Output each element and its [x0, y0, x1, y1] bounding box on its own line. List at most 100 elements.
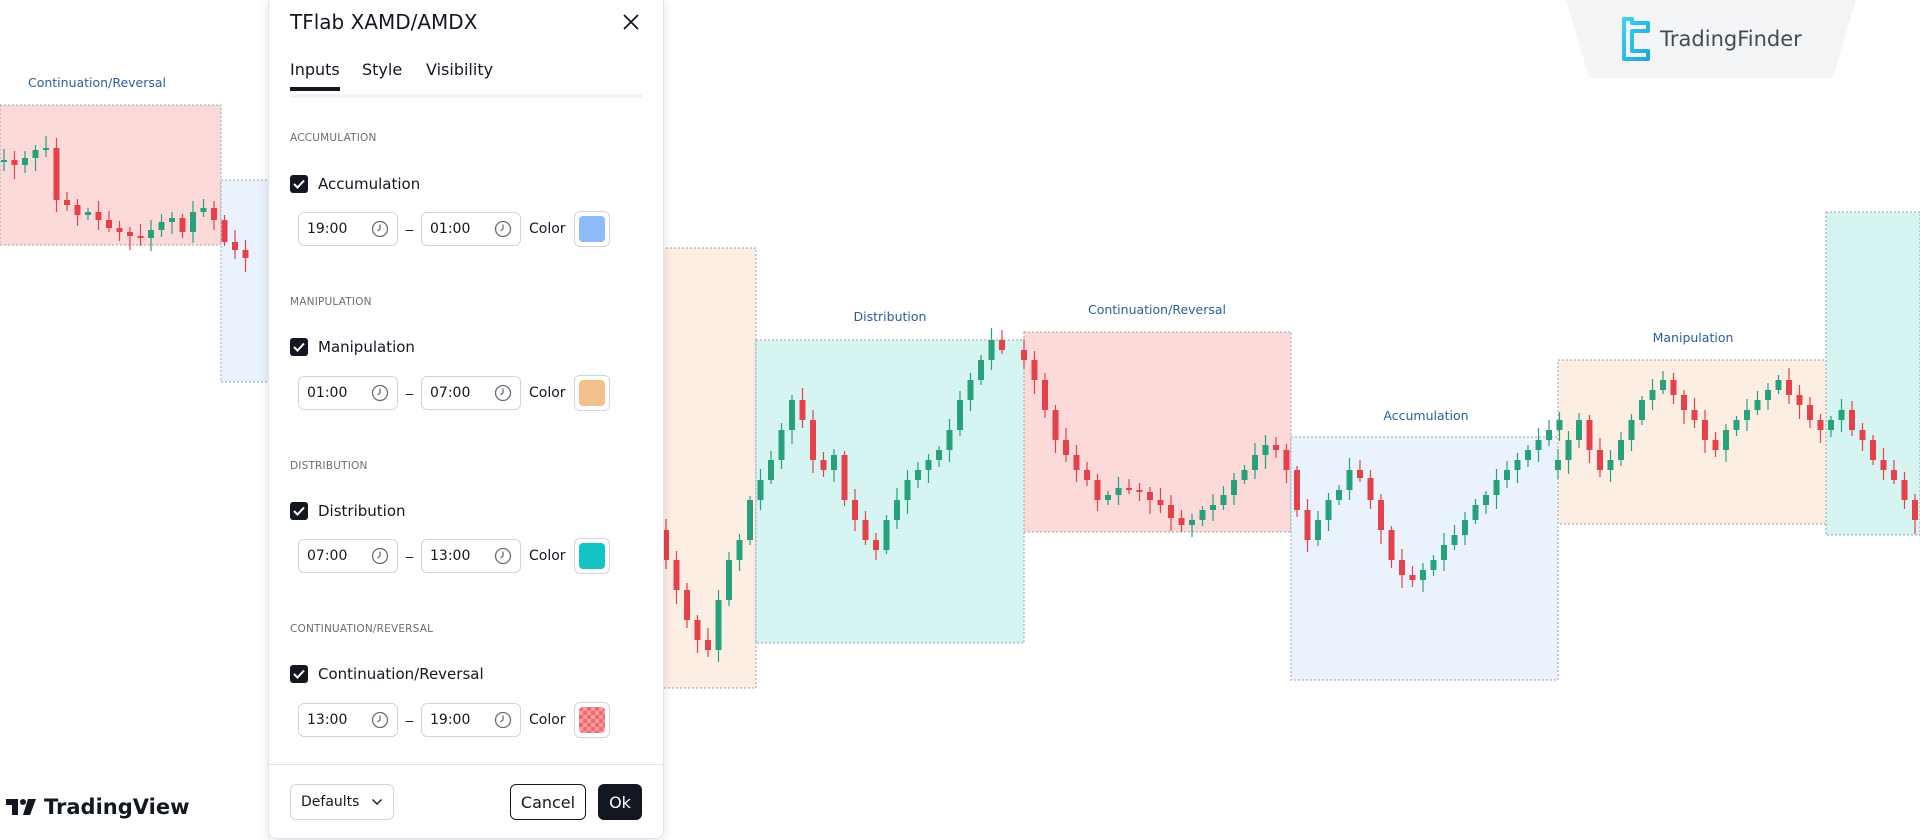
- indicator-settings-dialog: TFlab XAMD/AMDX Inputs Style Visibility …: [268, 0, 664, 839]
- continuation-reversal-start-time-input[interactable]: 13:00: [298, 703, 398, 737]
- continuation-reversal-toggle[interactable]: Continuation/Reversal: [290, 663, 484, 685]
- candle-body: [221, 220, 228, 242]
- color-swatch-transparent: [578, 707, 605, 733]
- candle-body: [1189, 520, 1195, 525]
- distribution-toggle[interactable]: Distribution: [290, 500, 406, 522]
- accumulation-end-time-input[interactable]: 01:00: [421, 212, 521, 246]
- ok-button[interactable]: Ok: [598, 784, 642, 820]
- continuation-reversal-color-picker[interactable]: [573, 702, 610, 738]
- tab-visibility[interactable]: Visibility: [426, 60, 493, 87]
- candle-body: [1294, 470, 1300, 510]
- candle-body: [736, 540, 743, 560]
- candle-body: [799, 400, 806, 420]
- accumulation-color-picker[interactable]: [573, 211, 610, 247]
- distribution-end-time-input[interactable]: 13:00: [421, 539, 521, 573]
- candle-body: [1565, 440, 1572, 460]
- distribution-start-time-input[interactable]: 07:00: [298, 539, 398, 573]
- clock-icon[interactable]: [371, 547, 389, 565]
- candle-body: [894, 500, 900, 520]
- manipulation-time-row: 01:00 – 07:00 Color: [298, 374, 610, 412]
- candle-body: [1346, 470, 1353, 490]
- candle-body: [1178, 518, 1185, 525]
- candle-body: [1126, 488, 1132, 490]
- tab-style[interactable]: Style: [362, 60, 402, 87]
- distribution-color-picker[interactable]: [573, 538, 610, 574]
- clock-icon[interactable]: [494, 711, 512, 729]
- checkbox-checked-icon[interactable]: [290, 502, 308, 520]
- checkbox-checked-icon[interactable]: [290, 175, 308, 193]
- candle-body: [1639, 400, 1645, 420]
- zone-label-distribution: Distribution: [853, 309, 927, 324]
- color-label: Color: [529, 221, 566, 237]
- clock-icon[interactable]: [371, 220, 389, 238]
- time-value: 01:00: [307, 385, 348, 401]
- close-button[interactable]: [619, 10, 643, 34]
- candle-body: [1325, 500, 1332, 520]
- candle-body: [1399, 560, 1405, 575]
- distribution-time-row: 07:00 – 13:00 Color: [298, 537, 610, 575]
- candle-body: [999, 340, 1005, 350]
- zone-label-accumulation: Accumulation: [1383, 408, 1469, 423]
- candle-body: [1462, 520, 1468, 535]
- candle-body: [915, 470, 921, 480]
- cancel-button[interactable]: Cancel: [510, 784, 586, 820]
- candle-body: [1828, 420, 1834, 430]
- candle-body: [1168, 505, 1174, 518]
- candle-body: [1649, 390, 1656, 400]
- zone-label-manipulation: Manipulation: [1652, 330, 1734, 345]
- candle-body: [1733, 420, 1740, 430]
- checkbox-checked-icon[interactable]: [290, 665, 308, 683]
- close-icon: [623, 14, 639, 30]
- candle-body: [127, 232, 133, 236]
- candle-body: [232, 242, 238, 250]
- time-value: 13:00: [307, 712, 348, 728]
- defaults-dropdown[interactable]: Defaults: [290, 784, 394, 820]
- candle-body: [978, 360, 984, 380]
- time-value: 01:00: [430, 221, 471, 237]
- candle-body: [1, 160, 7, 162]
- candle-body: [95, 212, 102, 220]
- checkbox-checked-icon[interactable]: [290, 338, 308, 356]
- manipulation-end-time-input[interactable]: 07:00: [421, 376, 521, 410]
- candle-body: [768, 460, 774, 480]
- zone-label-continuation-reversal: Continuation/Reversal: [27, 75, 167, 90]
- candle-body: [1870, 440, 1876, 460]
- candle-body: [1859, 430, 1866, 440]
- zone-label-continuation-reversal: Continuation/Reversal: [1087, 302, 1227, 317]
- candle-body: [1493, 480, 1500, 495]
- accumulation-start-time-input[interactable]: 19:00: [298, 212, 398, 246]
- candle-body: [1556, 420, 1563, 430]
- time-value: 19:00: [307, 221, 348, 237]
- candle-body: [684, 590, 690, 620]
- clock-icon[interactable]: [371, 711, 389, 729]
- candle-body: [1504, 470, 1510, 480]
- candle-body: [1535, 440, 1542, 450]
- candle-body: [904, 480, 911, 500]
- candle-body: [74, 205, 81, 215]
- candle-body: [820, 460, 827, 470]
- dialog-tabs: Inputs Style Visibility: [290, 60, 642, 98]
- clock-icon[interactable]: [494, 220, 512, 238]
- candle-body: [946, 430, 953, 450]
- accumulation-time-row: 19:00 – 01:00 Color: [298, 210, 610, 248]
- continuation-reversal-end-time-input[interactable]: 19:00: [421, 703, 521, 737]
- candle-body: [1546, 430, 1552, 440]
- manipulation-color-picker[interactable]: [573, 375, 610, 411]
- dialog-title: TFlab XAMD/AMDX: [290, 10, 478, 34]
- candle-body: [200, 208, 207, 212]
- candle-body: [1817, 420, 1824, 430]
- candle-body: [862, 520, 869, 540]
- manipulation-toggle[interactable]: Manipulation: [290, 336, 415, 358]
- accumulation-toggle[interactable]: Accumulation: [290, 173, 420, 195]
- clock-icon[interactable]: [494, 384, 512, 402]
- clock-icon[interactable]: [494, 547, 512, 565]
- manipulation-start-time-input[interactable]: 01:00: [298, 376, 398, 410]
- candle-body: [789, 400, 795, 430]
- tab-inputs[interactable]: Inputs: [290, 60, 340, 91]
- candle-body: [1021, 350, 1027, 360]
- candle-body: [841, 455, 848, 500]
- candle-body: [1451, 535, 1458, 545]
- candle-body: [137, 236, 144, 238]
- zone-accumulation: [220, 179, 272, 383]
- clock-icon[interactable]: [371, 384, 389, 402]
